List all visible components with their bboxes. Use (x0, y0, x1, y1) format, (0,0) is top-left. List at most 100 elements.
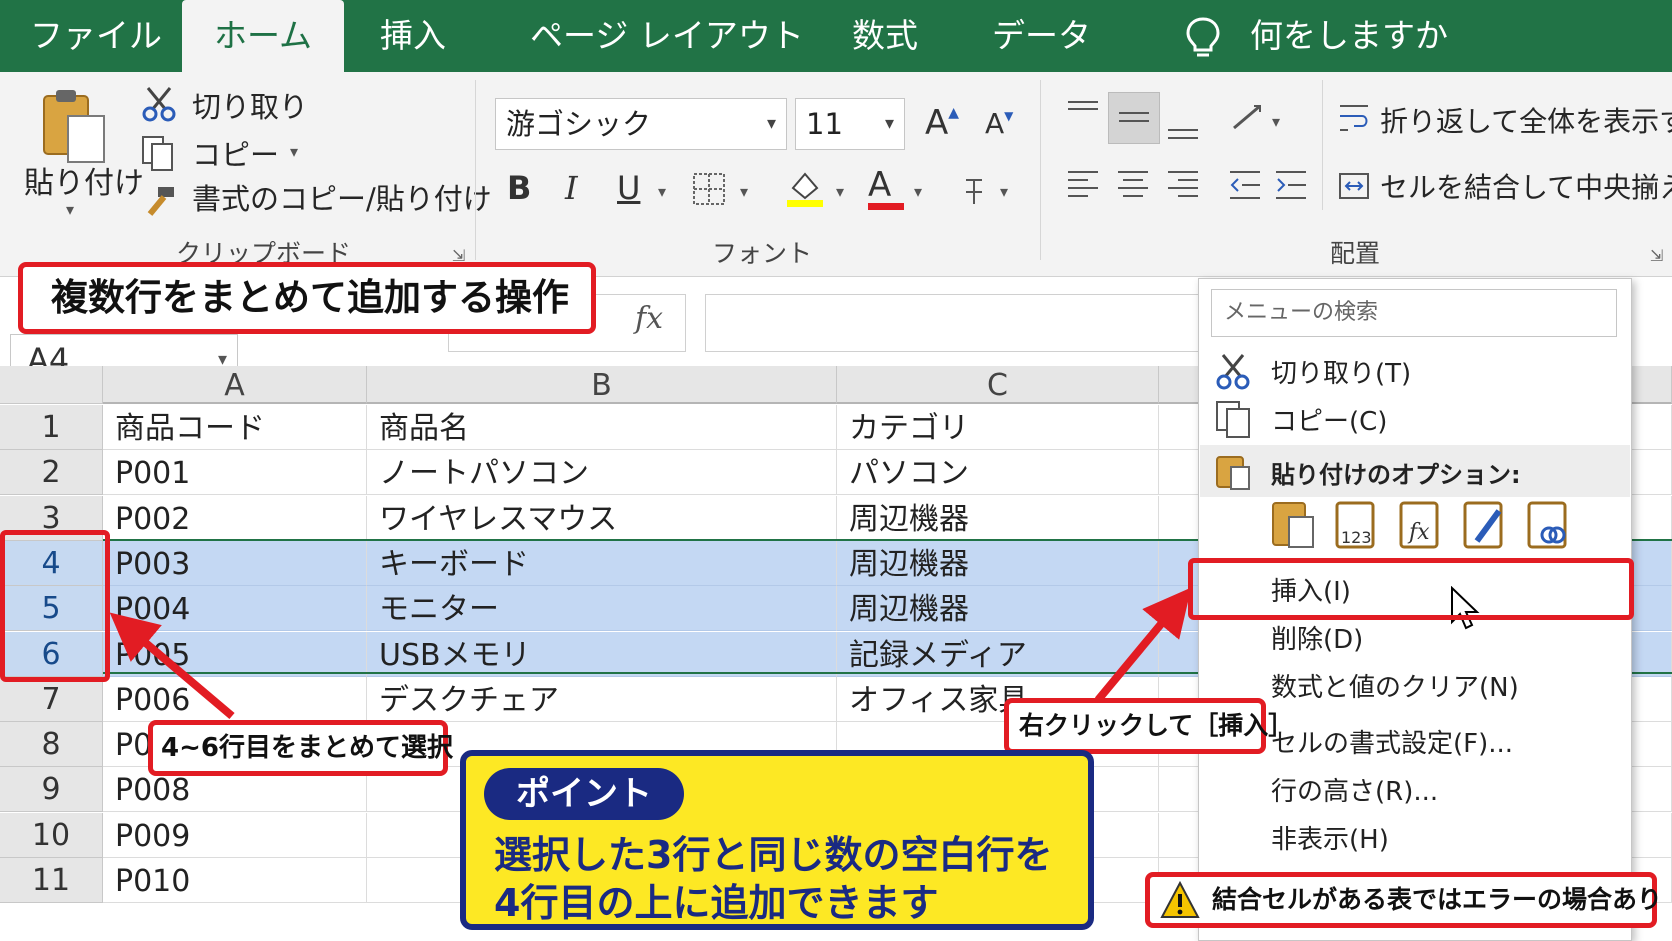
font-color-dropdown-arrow[interactable]: ▾ (914, 182, 922, 201)
font-size-combo[interactable]: 11 ▾ (795, 98, 905, 150)
cell-a[interactable]: P002 (103, 496, 367, 541)
increase-indent-icon[interactable] (1274, 168, 1308, 202)
cell-c[interactable]: パソコン (837, 450, 1159, 495)
tell-me-search[interactable]: 何をしますか (1250, 0, 1448, 72)
cell-b[interactable]: デスクチェア (367, 677, 837, 722)
select-all-corner[interactable] (0, 366, 103, 404)
cell-c[interactable]: 周辺機器 (837, 586, 1159, 631)
align-center-icon[interactable] (1116, 168, 1150, 202)
row-header[interactable]: 8 (0, 722, 103, 767)
orientation-icon[interactable] (1230, 102, 1266, 132)
align-bottom-icon[interactable] (1166, 112, 1200, 142)
lightbulb-icon[interactable] (1182, 16, 1224, 60)
alignment-launcher-icon[interactable]: ⇲ (1650, 246, 1663, 265)
row-header[interactable]: 1 (0, 405, 103, 450)
borders-dropdown-arrow[interactable]: ▾ (740, 182, 748, 201)
column-header-b[interactable]: B (367, 366, 837, 404)
select-rows-callout: 4~6行目をまとめて選択 (148, 720, 453, 776)
row-header[interactable]: 10 (0, 813, 103, 858)
warning-callout: 結合セルがある表ではエラーの場合あり (1145, 872, 1662, 928)
cell-a[interactable]: P009 (103, 813, 367, 858)
italic-button[interactable]: I (565, 172, 578, 204)
tab-file[interactable]: ファイル (30, 0, 162, 72)
tab-home[interactable]: ホーム (182, 0, 345, 72)
chevron-down-icon: ▾ (884, 113, 894, 134)
font-name-combo[interactable]: 游ゴシック ▾ (495, 98, 787, 150)
cell-b[interactable]: ワイヤレスマウス (367, 496, 837, 541)
cell-a[interactable]: P004 (103, 586, 367, 631)
paste-dropdown-arrow[interactable]: ▾ (66, 200, 74, 219)
cell-a[interactable]: P001 (103, 450, 367, 495)
menu-cut[interactable]: 切り取り(T) (1271, 353, 1411, 390)
cell-c[interactable]: 記録メディア (837, 632, 1159, 677)
underline-dropdown-arrow[interactable]: ▾ (658, 182, 666, 201)
phonetic-dropdown-arrow[interactable]: ▾ (1000, 182, 1008, 201)
menu-format-cells[interactable]: セルの書式設定(F)... (1271, 723, 1513, 760)
orientation-dropdown-arrow[interactable]: ▾ (1272, 112, 1280, 131)
phonetic-guide-icon[interactable] (962, 176, 988, 206)
cell-a[interactable]: P006 (103, 677, 367, 722)
column-header-a[interactable]: A (103, 366, 367, 404)
column-header-c[interactable]: C (837, 366, 1159, 404)
fill-color-icon[interactable] (785, 168, 825, 208)
insert-highlight-box (1188, 558, 1634, 620)
decrease-indent-icon[interactable] (1228, 168, 1262, 202)
menu-clear-contents[interactable]: 数式と値のクリア(N) (1271, 667, 1519, 704)
menu-row-height[interactable]: 行の高さ(R)... (1271, 771, 1438, 808)
align-middle-button[interactable] (1108, 92, 1160, 144)
merge-dropdown-arrow[interactable]: ▾ (1646, 176, 1654, 195)
tab-insert[interactable]: 挿入 (380, 0, 446, 72)
paste-option-formulas-icon[interactable]: fx (1395, 497, 1447, 551)
paste-option-paste-icon[interactable] (1267, 497, 1319, 551)
align-left-icon[interactable] (1066, 168, 1100, 202)
cell-b[interactable]: モニター (367, 586, 837, 631)
cell-b[interactable]: ノートパソコン (367, 450, 837, 495)
menu-delete[interactable]: 削除(D) (1271, 619, 1363, 656)
cell-a[interactable]: P005 (103, 632, 367, 677)
paste-option-values-icon[interactable]: 123 (1331, 497, 1383, 551)
format-painter-button[interactable]: 書式のコピー/貼り付け (192, 176, 492, 218)
align-right-icon[interactable] (1166, 168, 1200, 202)
menu-search-input[interactable]: メニューの検索 (1211, 289, 1617, 337)
paste-icon[interactable] (40, 86, 110, 166)
align-top-icon[interactable] (1066, 98, 1100, 128)
tab-formulas[interactable]: 数式 (852, 0, 918, 72)
svg-text:123: 123 (1341, 528, 1372, 547)
cut-button[interactable]: 切り取り (192, 84, 308, 126)
cell-c[interactable]: カテゴリ (837, 405, 1159, 450)
copy-dropdown-arrow[interactable]: ▾ (290, 142, 298, 161)
tab-data[interactable]: データ (992, 0, 1091, 72)
paste-option-link-icon[interactable] (1523, 497, 1575, 551)
menu-copy[interactable]: コピー(C) (1271, 401, 1387, 438)
merge-center-button[interactable]: セルを結合して中央揃え (1380, 166, 1672, 206)
fill-color-dropdown-arrow[interactable]: ▾ (836, 182, 844, 201)
shrink-font-button[interactable]: A▼ (985, 110, 1013, 138)
cell-c[interactable]: 周辺機器 (837, 541, 1159, 586)
cell-b[interactable]: 商品名 (367, 405, 837, 450)
paste-option-formatting-icon[interactable] (1459, 497, 1511, 551)
underline-button[interactable]: U (617, 172, 640, 204)
row-header[interactable]: 9 (0, 767, 103, 812)
chevron-down-icon: ▾ (766, 113, 776, 134)
cell-a[interactable]: 商品コード (103, 405, 367, 450)
copy-button[interactable]: コピー (192, 132, 279, 174)
cell-b[interactable]: USBメモリ (367, 632, 837, 677)
cell-a[interactable]: P003 (103, 541, 367, 586)
cell-a[interactable]: P010 (103, 858, 367, 903)
grow-font-button[interactable]: A▲ (925, 106, 959, 140)
cell-c[interactable]: 周辺機器 (837, 496, 1159, 541)
bold-button[interactable]: B (507, 172, 531, 204)
borders-icon[interactable] (692, 172, 726, 206)
menu-hide[interactable]: 非表示(H) (1271, 819, 1389, 856)
cell-b[interactable]: キーボード (367, 541, 837, 586)
font-color-button[interactable]: A (868, 168, 904, 210)
row-header[interactable]: 2 (0, 450, 103, 495)
wrap-text-button[interactable]: 折り返して全体を表示する (1380, 100, 1672, 140)
paste-button[interactable]: 貼り付け (24, 158, 144, 202)
tab-page-layout[interactable]: ページ レイアウト (530, 0, 804, 72)
row-header[interactable]: 7 (0, 677, 103, 722)
insert-function-button[interactable]: fx (635, 301, 663, 336)
row-header[interactable]: 11 (0, 858, 103, 903)
formula-input[interactable] (705, 294, 1225, 352)
paste-icon (1216, 456, 1250, 490)
